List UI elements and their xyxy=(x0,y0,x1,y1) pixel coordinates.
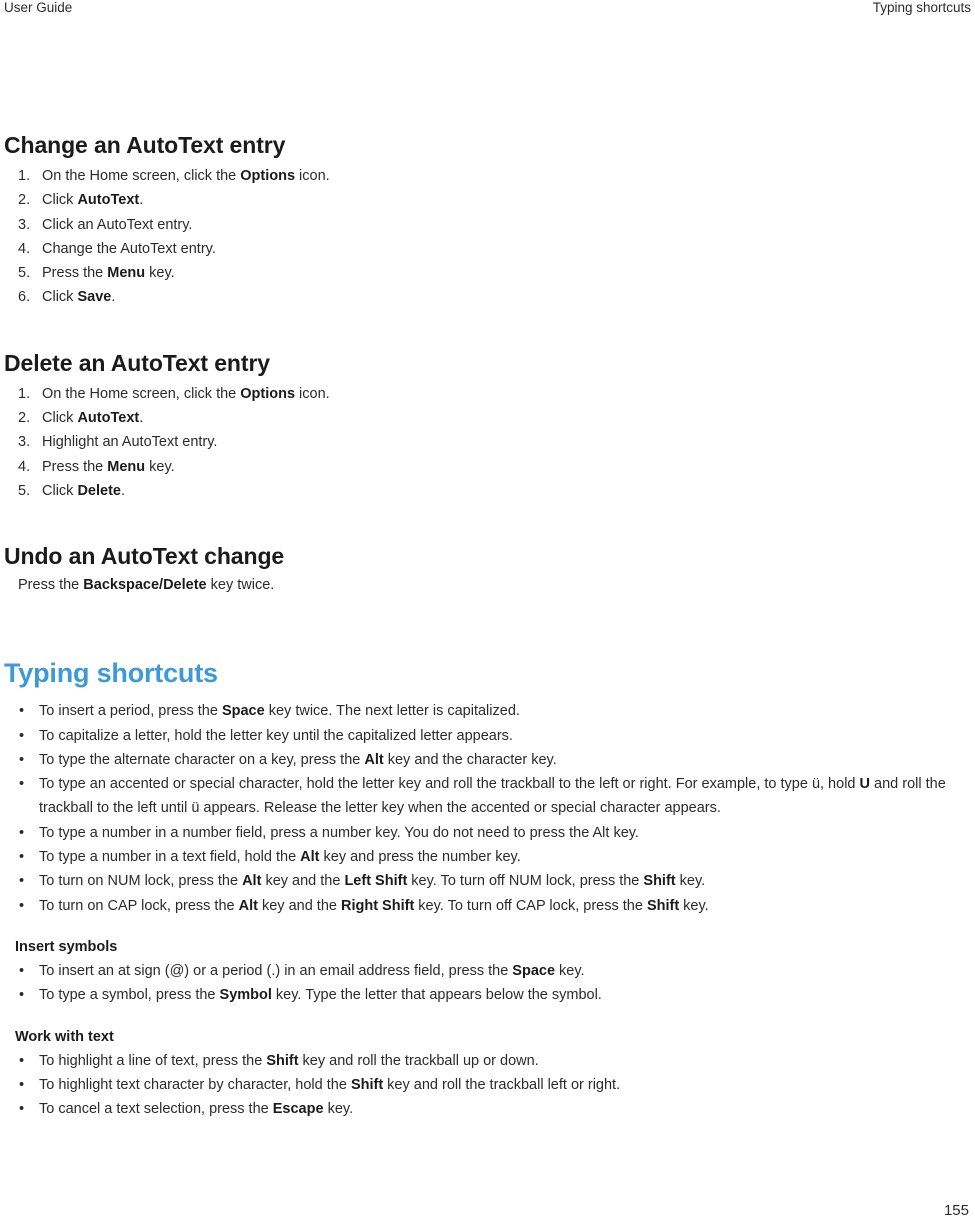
step-number: 3. xyxy=(18,434,31,451)
step-number: 4. xyxy=(18,458,31,475)
bullet-text: To type a symbol, press the Symbol key. … xyxy=(39,987,602,1004)
list-item: • To turn on CAP lock, press the Alt key … xyxy=(4,894,968,918)
step-number: 3. xyxy=(18,216,31,233)
running-head-left: User Guide xyxy=(4,0,73,15)
list-item: • To highlight text character by characte… xyxy=(4,1073,968,1097)
bullet-text: To capitalize a letter, hold the letter … xyxy=(39,727,513,744)
step-list-delete-autotext-entry: 1. On the Home screen, click the Options … xyxy=(4,382,968,503)
step-number: 6. xyxy=(18,289,31,306)
bullet-icon: • xyxy=(19,703,25,720)
list-item: • To insert an at sign (@) or a period (.… xyxy=(4,959,968,983)
bullet-text: To insert a period, press the Space key … xyxy=(39,703,520,720)
step-list-change-autotext-entry: 1. On the Home screen, click the Options … xyxy=(4,164,968,310)
bullet-text: To type the alternate character on a key… xyxy=(39,751,557,768)
list-item: • To cancel a text selection, press the E… xyxy=(4,1097,968,1121)
step-text: Click Delete. xyxy=(42,482,126,499)
step-text: On the Home screen, click the Options ic… xyxy=(42,168,330,184)
step-text: Click Save. xyxy=(42,289,116,306)
running-head-right: Typing shortcuts xyxy=(872,0,971,15)
step-number: 4. xyxy=(18,240,31,257)
list-item: 1. On the Home screen, click the Options … xyxy=(4,382,968,406)
bullet-icon: • xyxy=(19,1052,25,1069)
bullet-icon: • xyxy=(19,849,25,866)
bullet-icon: • xyxy=(19,897,25,914)
bullet-icon: • xyxy=(19,751,25,768)
chapter-heading-typing-shortcuts: Typing shortcuts xyxy=(4,658,218,689)
step-number: 1. xyxy=(18,168,31,184)
bullet-icon: • xyxy=(19,1076,25,1093)
bullet-list-typing-shortcuts: • To insert a period, press the Space key… xyxy=(4,699,968,918)
bullet-list-work-with-text: • To highlight a line of text, press the … xyxy=(4,1049,968,1122)
step-number: 2. xyxy=(18,192,31,209)
document-page: User Guide Typing shortcuts Change an Au… xyxy=(0,0,975,1228)
bullet-icon: • xyxy=(19,962,25,979)
bullet-text: To type an accented or special character… xyxy=(39,776,946,817)
list-item: 4. Press the Menu key. xyxy=(4,455,968,479)
step-number: 1. xyxy=(18,385,31,402)
list-item: • To type an accented or special characte… xyxy=(4,772,968,821)
bullet-text: To cancel a text selection, press the Es… xyxy=(39,1101,354,1118)
list-item: 5. Press the Menu key. xyxy=(4,261,968,285)
list-item: 4. Change the AutoText entry. xyxy=(4,237,968,261)
bullet-text: To type a number in a number field, pres… xyxy=(39,824,639,841)
list-item: 6. Click Save. xyxy=(4,285,968,309)
list-item: 1. On the Home screen, click the Options … xyxy=(4,164,968,188)
list-item: • To type the alternate character on a ke… xyxy=(4,748,968,772)
page-content: Change an AutoText entry 1. On the Home s… xyxy=(4,132,968,1121)
list-item: • To highlight a line of text, press the … xyxy=(4,1049,968,1073)
bullet-text: To type a number in a text field, hold t… xyxy=(39,849,521,866)
step-text: Click an AutoText entry. xyxy=(42,216,193,233)
step-text: Change the AutoText entry. xyxy=(42,240,216,257)
list-item: 2. Click AutoText. xyxy=(4,188,968,212)
subsection-heading-insert-symbols: Insert symbols xyxy=(15,938,118,955)
list-item: 3. Highlight an AutoText entry. xyxy=(4,430,968,454)
bullet-text: To turn on CAP lock, press the Alt key a… xyxy=(39,897,709,914)
bullet-text: To turn on NUM lock, press the Alt key a… xyxy=(39,873,706,890)
step-number: 5. xyxy=(18,482,31,499)
step-text: Click AutoText. xyxy=(42,410,144,427)
bullet-text: To highlight text character by character… xyxy=(39,1076,621,1093)
bullet-icon: • xyxy=(19,1101,25,1118)
step-text: Press the Menu key. xyxy=(42,265,175,282)
step-text: Click AutoText. xyxy=(42,192,144,209)
list-item: • To type a number in a text field, hold … xyxy=(4,845,968,869)
list-item: • To type a number in a number field, pre… xyxy=(4,821,968,845)
step-number: 2. xyxy=(18,410,31,427)
bullet-icon: • xyxy=(19,776,25,793)
bullet-list-insert-symbols: • To insert an at sign (@) or a period (.… xyxy=(4,959,968,1008)
page-number: 155 xyxy=(943,1202,969,1219)
list-item: • To insert a period, press the Space key… xyxy=(4,699,968,723)
list-item: • To turn on NUM lock, press the Alt key … xyxy=(4,869,968,893)
bullet-icon: • xyxy=(19,987,25,1004)
bullet-text: To insert an at sign (@) or a period (.)… xyxy=(39,962,585,979)
step-number: 5. xyxy=(18,265,31,282)
bullet-icon: • xyxy=(19,873,25,890)
chapter-spacer xyxy=(4,595,968,657)
running-head: User Guide Typing shortcuts xyxy=(4,0,971,22)
step-text: Press the Menu key. xyxy=(42,458,175,475)
list-item: 5. Click Delete. xyxy=(4,479,968,503)
bullet-icon: • xyxy=(19,727,25,744)
list-item: • To type a symbol, press the Symbol key.… xyxy=(4,983,968,1007)
list-item: 2. Click AutoText. xyxy=(4,406,968,430)
section-heading-undo-autotext-change: Undo an AutoText change xyxy=(4,543,285,570)
list-item: • To capitalize a letter, hold the letter… xyxy=(4,724,968,748)
section-heading-change-autotext-entry: Change an AutoText entry xyxy=(4,132,286,158)
bullet-text: To highlight a line of text, press the S… xyxy=(39,1052,539,1069)
section-heading-delete-autotext-entry: Delete an AutoText entry xyxy=(4,349,270,376)
section-paragraph-undo-autotext-change: Press the Backspace/Delete key twice. xyxy=(18,577,275,594)
bullet-icon: • xyxy=(19,824,25,841)
step-text: Highlight an AutoText entry. xyxy=(42,434,218,451)
subsection-heading-work-with-text: Work with text xyxy=(15,1028,114,1045)
list-item: 3. Click an AutoText entry. xyxy=(4,213,968,237)
step-text: On the Home screen, click the Options ic… xyxy=(42,385,330,402)
